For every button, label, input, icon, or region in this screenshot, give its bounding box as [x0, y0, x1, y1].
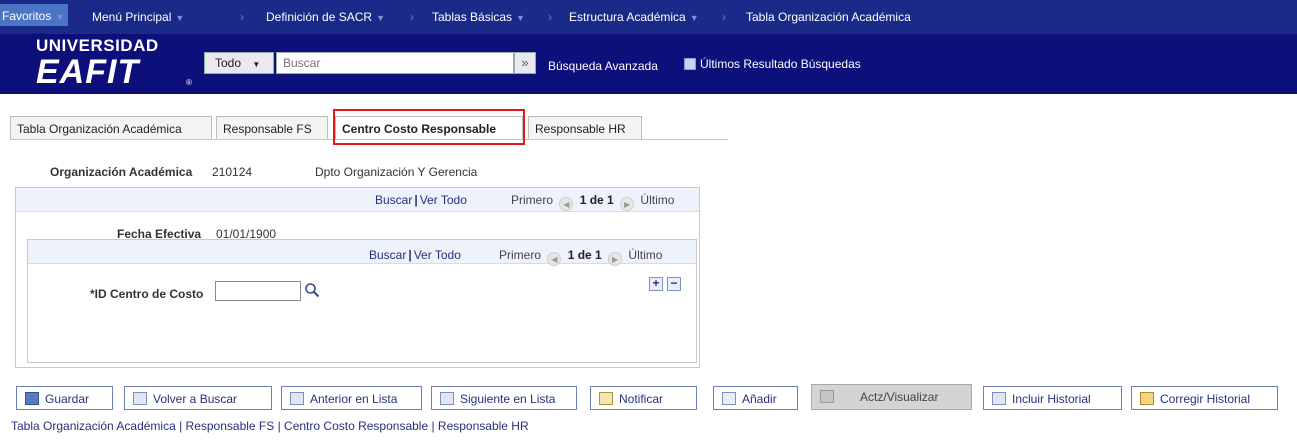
tab-academic-org-table[interactable]: Tabla Organización Académica: [10, 116, 212, 140]
search-scope-label: Todo: [215, 56, 242, 70]
chevron-down-icon: ▼: [55, 12, 65, 22]
tab-label: Responsable HR: [535, 122, 626, 136]
previous-in-list-icon: [290, 392, 304, 405]
save-icon: [25, 392, 39, 405]
correct-history-icon: [1140, 392, 1154, 405]
search-input[interactable]: [276, 52, 514, 74]
double-chevron-right-icon: »: [521, 55, 529, 70]
breadcrumb-basic-tables[interactable]: Tablas Básicas ▼: [432, 10, 525, 24]
tab-label: Tabla Organización Académica: [17, 122, 182, 136]
next-icon[interactable]: ▶: [608, 252, 623, 266]
include-history-button[interactable]: Incluir Historial: [983, 386, 1122, 410]
breadcrumb-separator-icon: ›: [548, 10, 552, 24]
breadcrumb-current-page: Tabla Organización Académica: [746, 10, 911, 24]
row-count: 1 de 1: [567, 248, 602, 262]
advanced-search-link[interactable]: Búsqueda Avanzada: [548, 59, 658, 73]
save-label: Guardar: [45, 392, 90, 406]
first-label: Primero: [499, 248, 542, 262]
row-count: 1 de 1: [579, 193, 614, 207]
recent-searches-link[interactable]: Últimos Resultado Búsquedas: [684, 57, 861, 71]
add-button[interactable]: Añadir: [713, 386, 798, 410]
university-logo: UNIVERSIDAD EAFIT ®: [36, 36, 196, 91]
search-go-button[interactable]: »: [514, 52, 536, 74]
previous-label: Anterior en Lista: [310, 392, 398, 406]
breadcrumb-sacr-definition[interactable]: Definición de SACR ▼: [266, 10, 385, 24]
breadcrumb-label: Estructura Académica: [569, 10, 686, 24]
find-link[interactable]: Buscar: [369, 248, 406, 262]
chevron-down-icon: ▼: [376, 13, 385, 23]
inner-grid-pager: Primero ◀ 1 de 1 ▶ Último: [499, 248, 662, 266]
breadcrumb-separator-icon: ›: [240, 10, 244, 24]
return-label: Volver a Buscar: [153, 392, 238, 406]
view-all-link[interactable]: Ver Todo: [414, 248, 461, 262]
tab-responsible-fs[interactable]: Responsable FS: [216, 116, 328, 140]
save-button[interactable]: Guardar: [16, 386, 113, 410]
previous-icon[interactable]: ◀: [547, 252, 562, 266]
inner-grid-links: Buscar | Ver Todo: [369, 248, 461, 262]
registered-icon: ®: [186, 78, 192, 87]
add-label: Añadir: [742, 392, 777, 406]
next-icon[interactable]: ▶: [620, 197, 635, 211]
main-menu-label: Menú Principal: [92, 10, 172, 24]
recent-searches-label: Últimos Resultado Búsquedas: [700, 57, 861, 71]
org-label: Organización Académica: [50, 165, 193, 179]
return-to-search-button[interactable]: Volver a Buscar: [124, 386, 272, 410]
recent-searches-icon: [684, 58, 696, 70]
logo-line-2: EAFIT: [36, 53, 140, 91]
next-in-list-button[interactable]: Siguiente en Lista: [431, 386, 577, 410]
main-menu[interactable]: Menú Principal ▼: [92, 10, 184, 24]
org-code: 210124: [212, 165, 253, 179]
chevron-down-icon: ▼: [516, 13, 525, 23]
notify-icon: [599, 392, 613, 405]
correct-history-button[interactable]: Corregir Historial: [1131, 386, 1278, 410]
first-label: Primero: [511, 193, 554, 207]
outer-grid-pager: Primero ◀ 1 de 1 ▶ Último: [511, 193, 674, 211]
correct-history-label: Corregir Historial: [1160, 392, 1251, 406]
top-navigation-bar: Favoritos ▼ Menú Principal ▼ › Definición …: [0, 0, 1297, 34]
outer-grid-links: Buscar | Ver Todo: [375, 193, 467, 207]
notify-button[interactable]: Notificar: [590, 386, 697, 410]
lookup-icon[interactable]: [304, 282, 320, 298]
last-label: Último: [628, 248, 663, 262]
return-icon: [133, 392, 147, 405]
breadcrumb-separator-icon: ›: [410, 10, 414, 24]
previous-icon[interactable]: ◀: [559, 197, 574, 211]
breadcrumb-label: Tablas Básicas: [432, 10, 513, 24]
chevron-down-icon: ▼: [689, 13, 699, 23]
highlight-annotation-box: [333, 109, 525, 145]
last-label: Último: [640, 193, 675, 207]
breadcrumb-label: Definición de SACR: [266, 10, 373, 24]
favorites-label: Favoritos: [2, 9, 52, 23]
include-history-label: Incluir Historial: [1012, 392, 1091, 406]
cost-center-input[interactable]: [215, 281, 301, 301]
search-scope-select[interactable]: Todo ▼: [204, 52, 274, 74]
view-all-link[interactable]: Ver Todo: [420, 193, 467, 207]
cost-center-label: *ID Centro de Costo: [90, 287, 204, 301]
footer-tab-links[interactable]: Tabla Organización Académica | Responsab…: [11, 419, 529, 433]
notify-label: Notificar: [619, 392, 664, 406]
chevron-down-icon: ▼: [175, 13, 185, 23]
update-display-icon: [820, 390, 834, 403]
favorites-menu[interactable]: Favoritos ▼: [0, 4, 69, 26]
delete-row-icon[interactable]: −: [667, 277, 681, 291]
update-label: Actz/Visualizar: [860, 390, 939, 404]
chevron-down-icon: ▼: [252, 60, 261, 69]
breadcrumb-academic-structure[interactable]: Estructura Académica ▼: [569, 10, 699, 24]
update-display-button[interactable]: Actz/Visualizar: [811, 384, 972, 410]
tab-label: Responsable FS: [223, 122, 312, 136]
add-icon: [722, 392, 736, 405]
org-description: Dpto Organización Y Gerencia: [315, 165, 478, 179]
include-history-icon: [992, 392, 1006, 405]
breadcrumb-separator-icon: ›: [722, 10, 726, 24]
tab-responsible-hr[interactable]: Responsable HR: [528, 116, 642, 140]
find-link[interactable]: Buscar: [375, 193, 412, 207]
next-in-list-icon: [440, 392, 454, 405]
add-row-icon[interactable]: +: [649, 277, 663, 291]
previous-in-list-button[interactable]: Anterior en Lista: [281, 386, 422, 410]
next-label: Siguiente en Lista: [460, 392, 556, 406]
